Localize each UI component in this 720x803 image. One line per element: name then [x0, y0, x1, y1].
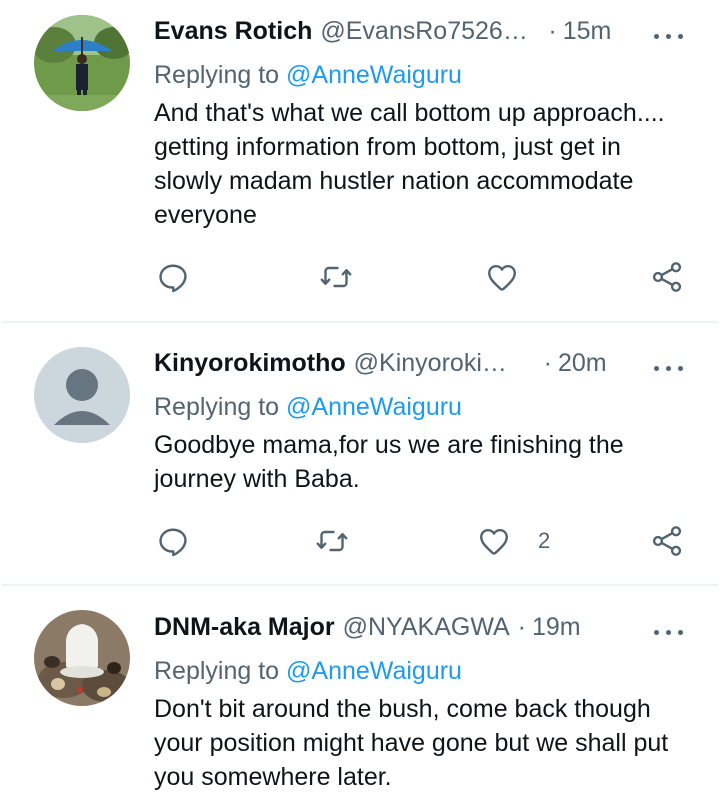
share-icon [652, 262, 682, 292]
retweet-icon [320, 266, 352, 288]
share-icon [652, 526, 682, 556]
tweet-1[interactable]: Evans Rotich @EvansRo752637... · 15m Rep… [0, 0, 720, 322]
tweet-header: Kinyorokimotho @Kinyorokim... · 20m [154, 346, 690, 380]
avatar[interactable] [34, 15, 130, 111]
tweet-text: Don't bit around the bush, come back tho… [154, 695, 669, 791]
reply-button[interactable] [155, 521, 191, 561]
avatar-photo-chicks [34, 610, 130, 706]
reply-icon [159, 264, 187, 293]
like-button[interactable]: 2 [476, 521, 550, 561]
author-name[interactable]: DNM-aka Major [154, 613, 335, 642]
author-handle[interactable]: @EvansRo752637... [320, 17, 540, 46]
like-icon [488, 264, 516, 291]
separator: · [543, 348, 552, 377]
tweet-header: DNM-aka Major @NYAKAGWA · 19m [154, 610, 690, 644]
like-count: 2 [538, 528, 551, 553]
tweet-text: Goodbye mama,for us we are finishing the… [154, 431, 624, 493]
like-icon [480, 528, 508, 555]
replying-to: Replying to @AnneWaiguru [154, 657, 462, 686]
avatar[interactable] [34, 347, 130, 443]
author-name[interactable]: Evans Rotich [154, 17, 312, 46]
retweet-icon [316, 530, 348, 552]
reply-icon [159, 528, 187, 557]
retweet-button[interactable] [318, 257, 354, 297]
mention-link[interactable]: @AnneWaiguru [286, 657, 462, 685]
replying-to: Replying to @AnneWaiguru [154, 393, 462, 422]
tweet-text: And that's what we call bottom up approa… [154, 99, 665, 229]
author-handle[interactable]: @Kinyorokim... [354, 349, 522, 378]
separator: · [548, 16, 557, 45]
tweet-actions [0, 257, 720, 297]
author-name[interactable]: Kinyorokimotho [154, 349, 346, 378]
separator: · [517, 612, 526, 641]
mention-link[interactable]: @AnneWaiguru [286, 393, 462, 421]
timestamp[interactable]: 15m [563, 17, 612, 46]
timestamp[interactable]: 20m [558, 349, 607, 378]
replying-to: Replying to @AnneWaiguru [154, 61, 462, 90]
share-button[interactable] [649, 521, 685, 561]
more-icon[interactable] [652, 354, 688, 380]
timestamp[interactable]: 19m [532, 613, 581, 642]
tweet-3[interactable]: DNM-aka Major @NYAKAGWA · 19m Replying t… [0, 586, 720, 803]
avatar[interactable] [34, 610, 130, 706]
avatar-photo-umbrella [34, 15, 130, 111]
reply-button[interactable] [155, 257, 191, 297]
replying-label: Replying to [154, 393, 280, 421]
replying-label: Replying to [154, 657, 280, 685]
like-button[interactable] [484, 257, 520, 297]
share-button[interactable] [649, 257, 685, 297]
tweet-actions: 2 [0, 521, 720, 561]
replying-label: Replying to [154, 61, 280, 89]
tweet-header: Evans Rotich @EvansRo752637... · 15m [154, 14, 690, 48]
default-avatar-icon [34, 347, 130, 443]
more-icon[interactable] [652, 22, 688, 48]
mention-link[interactable]: @AnneWaiguru [286, 61, 462, 89]
more-icon[interactable] [652, 618, 688, 644]
author-handle[interactable]: @NYAKAGWA [343, 613, 510, 642]
retweet-button[interactable] [314, 521, 350, 561]
tweet-2[interactable]: Kinyorokimotho @Kinyorokim... · 20m Repl… [0, 323, 720, 585]
